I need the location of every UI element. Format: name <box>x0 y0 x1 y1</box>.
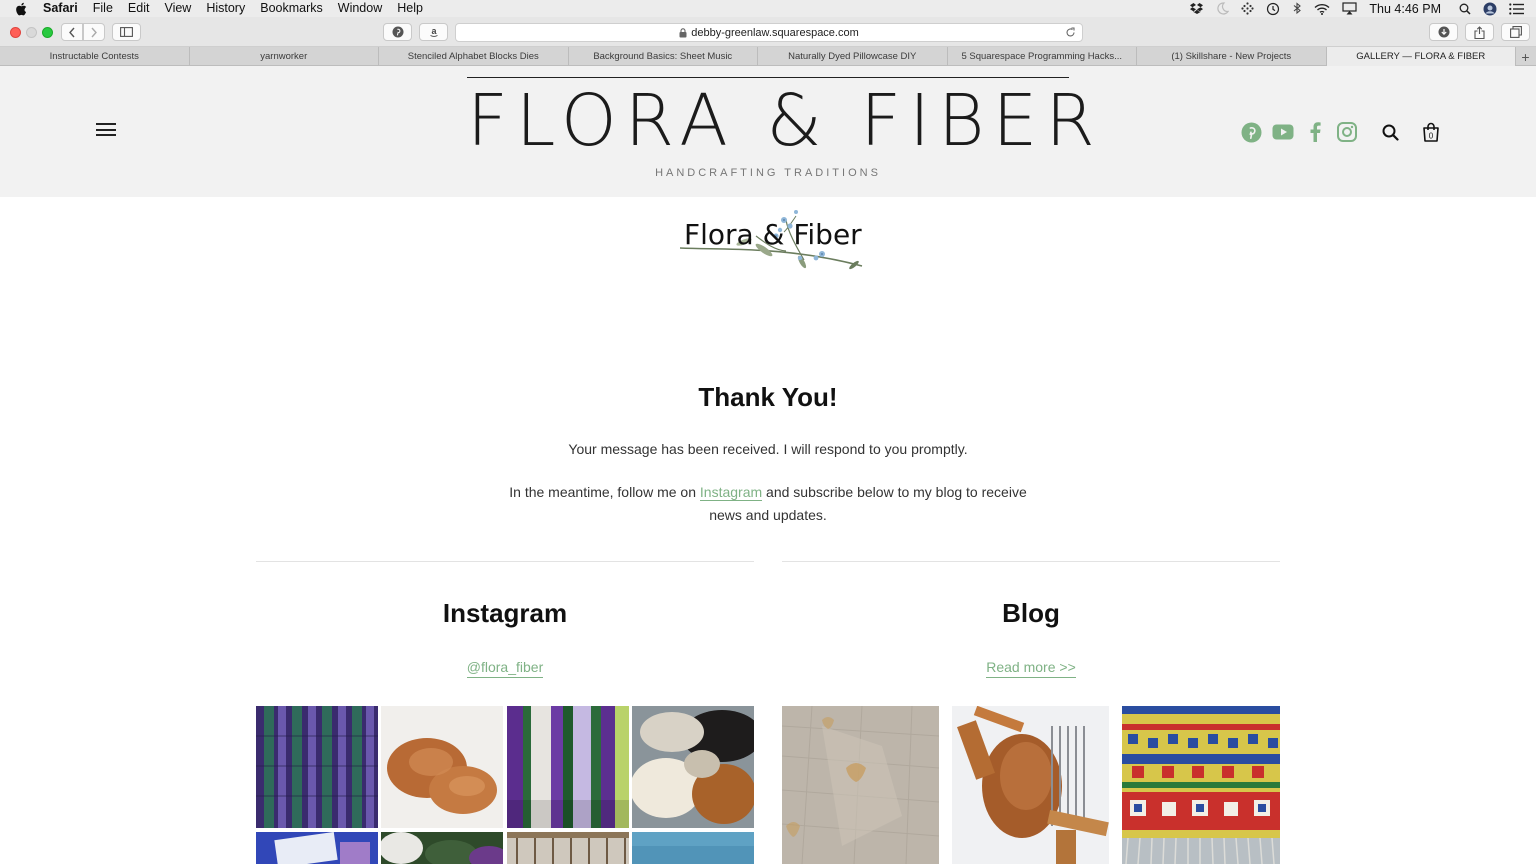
browser-tab[interactable]: Instructable Contests <box>0 47 190 66</box>
instagram-heading: Instagram <box>442 598 568 628</box>
menu-extras: Thu 4:46 PM <box>1190 0 1536 17</box>
site-tagline: HANDCRAFTING TRADITIONS <box>655 167 881 179</box>
share-icon <box>1474 25 1485 39</box>
follow-message: In the meantime, follow me on Instagram … <box>500 481 1036 526</box>
close-window-button[interactable] <box>10 27 21 38</box>
blog-photo-embroidered-textile[interactable] <box>1122 706 1280 864</box>
youtube-icon[interactable] <box>1272 121 1294 143</box>
amazon-extension-button[interactable]: a <box>419 23 448 41</box>
browser-tab[interactable]: (1) Skillshare - New Projects <box>1137 47 1327 66</box>
spotlight-search-icon[interactable] <box>1459 3 1471 15</box>
menu-view[interactable]: View <box>164 0 191 17</box>
blog-read-more-container: Read more >> <box>782 659 1280 678</box>
blog-photo-hand-carders[interactable] <box>952 706 1109 864</box>
download-icon <box>1438 26 1449 38</box>
notification-center-icon[interactable] <box>1509 2 1524 15</box>
cart-icon[interactable]: 0 <box>1420 121 1442 143</box>
browser-toolbar: a debby-greenlaw.squarespace.com <box>0 17 1536 47</box>
thank-you-heading: Thank You! <box>698 382 838 412</box>
zoom-window-button[interactable] <box>42 27 53 38</box>
macos-menu-bar: Safari File Edit View History Bookmarks … <box>0 0 1536 17</box>
menu-file[interactable]: File <box>93 0 113 17</box>
search-icon[interactable] <box>1379 121 1401 143</box>
blog-divider <box>782 561 1280 562</box>
forward-button[interactable] <box>83 23 105 41</box>
logo-wordmark: Flora & Fiber <box>684 218 862 251</box>
menu-help[interactable]: Help <box>397 0 423 17</box>
browser-tab[interactable]: Background Basics: Sheet Music <box>569 47 758 66</box>
instagram-photo-blue-fabric[interactable] <box>632 832 754 864</box>
time-machine-icon[interactable] <box>1266 2 1280 16</box>
instagram-photo-blue-card[interactable] <box>256 832 378 864</box>
confirmation-message: Your message has been received. I will r… <box>568 441 968 457</box>
address-bar[interactable]: debby-greenlaw.squarespace.com <box>455 23 1083 42</box>
facebook-icon[interactable] <box>1304 121 1326 143</box>
tab-bar: Instructable Contests yarnworker Stencil… <box>0 47 1536 66</box>
menu-app-name[interactable]: Safari <box>43 0 78 17</box>
instagram-icon[interactable] <box>1336 121 1358 143</box>
instagram-divider <box>256 561 754 562</box>
browser-tab[interactable]: yarnworker <box>190 47 379 66</box>
airplay-icon[interactable] <box>1342 2 1358 15</box>
instagram-inline-link[interactable]: Instagram <box>699 484 763 501</box>
bluetooth-icon[interactable] <box>1292 2 1302 15</box>
brand-rule <box>467 77 1069 78</box>
menu-window[interactable]: Window <box>338 0 382 17</box>
site-header: FLORA & FIBER HANDCRAFTING TRADITIONS 0 <box>0 66 1536 197</box>
pinterest-extension-button[interactable] <box>383 23 412 41</box>
svg-text:a: a <box>431 26 437 36</box>
sidebar-toggle-button[interactable] <box>112 23 141 41</box>
wifi-icon[interactable] <box>1314 3 1330 15</box>
tabs-icon <box>1509 26 1522 38</box>
pinterest-extension-icon <box>392 26 403 38</box>
instagram-handle-container: @flora_fiber <box>256 659 754 678</box>
instagram-photo-orange-wool[interactable] <box>381 706 503 828</box>
new-tab-button[interactable]: + <box>1516 47 1535 66</box>
chevron-right-icon <box>91 27 97 37</box>
menu-history[interactable]: History <box>206 0 245 17</box>
blog-photo-linen-leaf-print[interactable] <box>782 706 939 864</box>
share-button[interactable] <box>1465 23 1494 41</box>
sidebar-icon <box>120 27 133 37</box>
amazon-extension-icon: a <box>429 26 438 37</box>
grid-dots-icon[interactable] <box>1241 2 1255 15</box>
blog-heading: Blog <box>1002 598 1060 628</box>
downloads-button[interactable] <box>1429 23 1458 41</box>
instagram-photo-loom-warp[interactable] <box>507 832 629 864</box>
dropbox-icon[interactable] <box>1190 2 1204 15</box>
flora-fiber-logo: Flora & Fiber <box>676 206 872 272</box>
menu-bookmarks[interactable]: Bookmarks <box>260 0 323 17</box>
cart-count: 0 <box>1429 132 1434 141</box>
tab-overview-button[interactable] <box>1501 23 1530 41</box>
site-title[interactable]: FLORA & FIBER <box>467 84 1095 158</box>
pinterest-icon[interactable] <box>1240 121 1262 143</box>
instagram-photo-yarn-skeins[interactable] <box>381 832 503 864</box>
instagram-photo-weaving-purple[interactable] <box>256 706 378 828</box>
url-text: debby-greenlaw.squarespace.com <box>691 26 859 39</box>
instagram-handle-link[interactable]: @flora_fiber <box>466 659 544 678</box>
minimize-window-button[interactable] <box>26 27 37 38</box>
apple-menu-icon[interactable] <box>15 2 29 16</box>
instagram-photo-striped-warp[interactable] <box>507 706 629 828</box>
user-avatar-icon[interactable] <box>1483 2 1497 16</box>
chevron-left-icon <box>69 27 75 37</box>
instagram-photo-raw-fleece[interactable] <box>632 706 754 828</box>
moon-icon[interactable] <box>1216 2 1230 15</box>
menu-edit[interactable]: Edit <box>128 0 150 17</box>
blog-read-more-link[interactable]: Read more >> <box>986 659 1076 678</box>
menu-clock[interactable]: Thu 4:46 PM <box>1369 2 1441 16</box>
lock-icon <box>679 27 687 38</box>
follow-text-before: In the meantime, follow me on <box>509 484 700 500</box>
browser-tab-active[interactable]: GALLERY — FLORA & FIBER <box>1326 47 1516 66</box>
hamburger-menu-icon[interactable] <box>96 123 116 136</box>
browser-tab[interactable]: Naturally Dyed Pillowcase DIY <box>758 47 948 66</box>
back-button[interactable] <box>61 23 83 41</box>
browser-tab[interactable]: 5 Squarespace Programming Hacks... <box>948 47 1137 66</box>
browser-tab[interactable]: Stenciled Alphabet Blocks Dies <box>379 47 569 66</box>
reload-icon[interactable] <box>1065 27 1076 38</box>
